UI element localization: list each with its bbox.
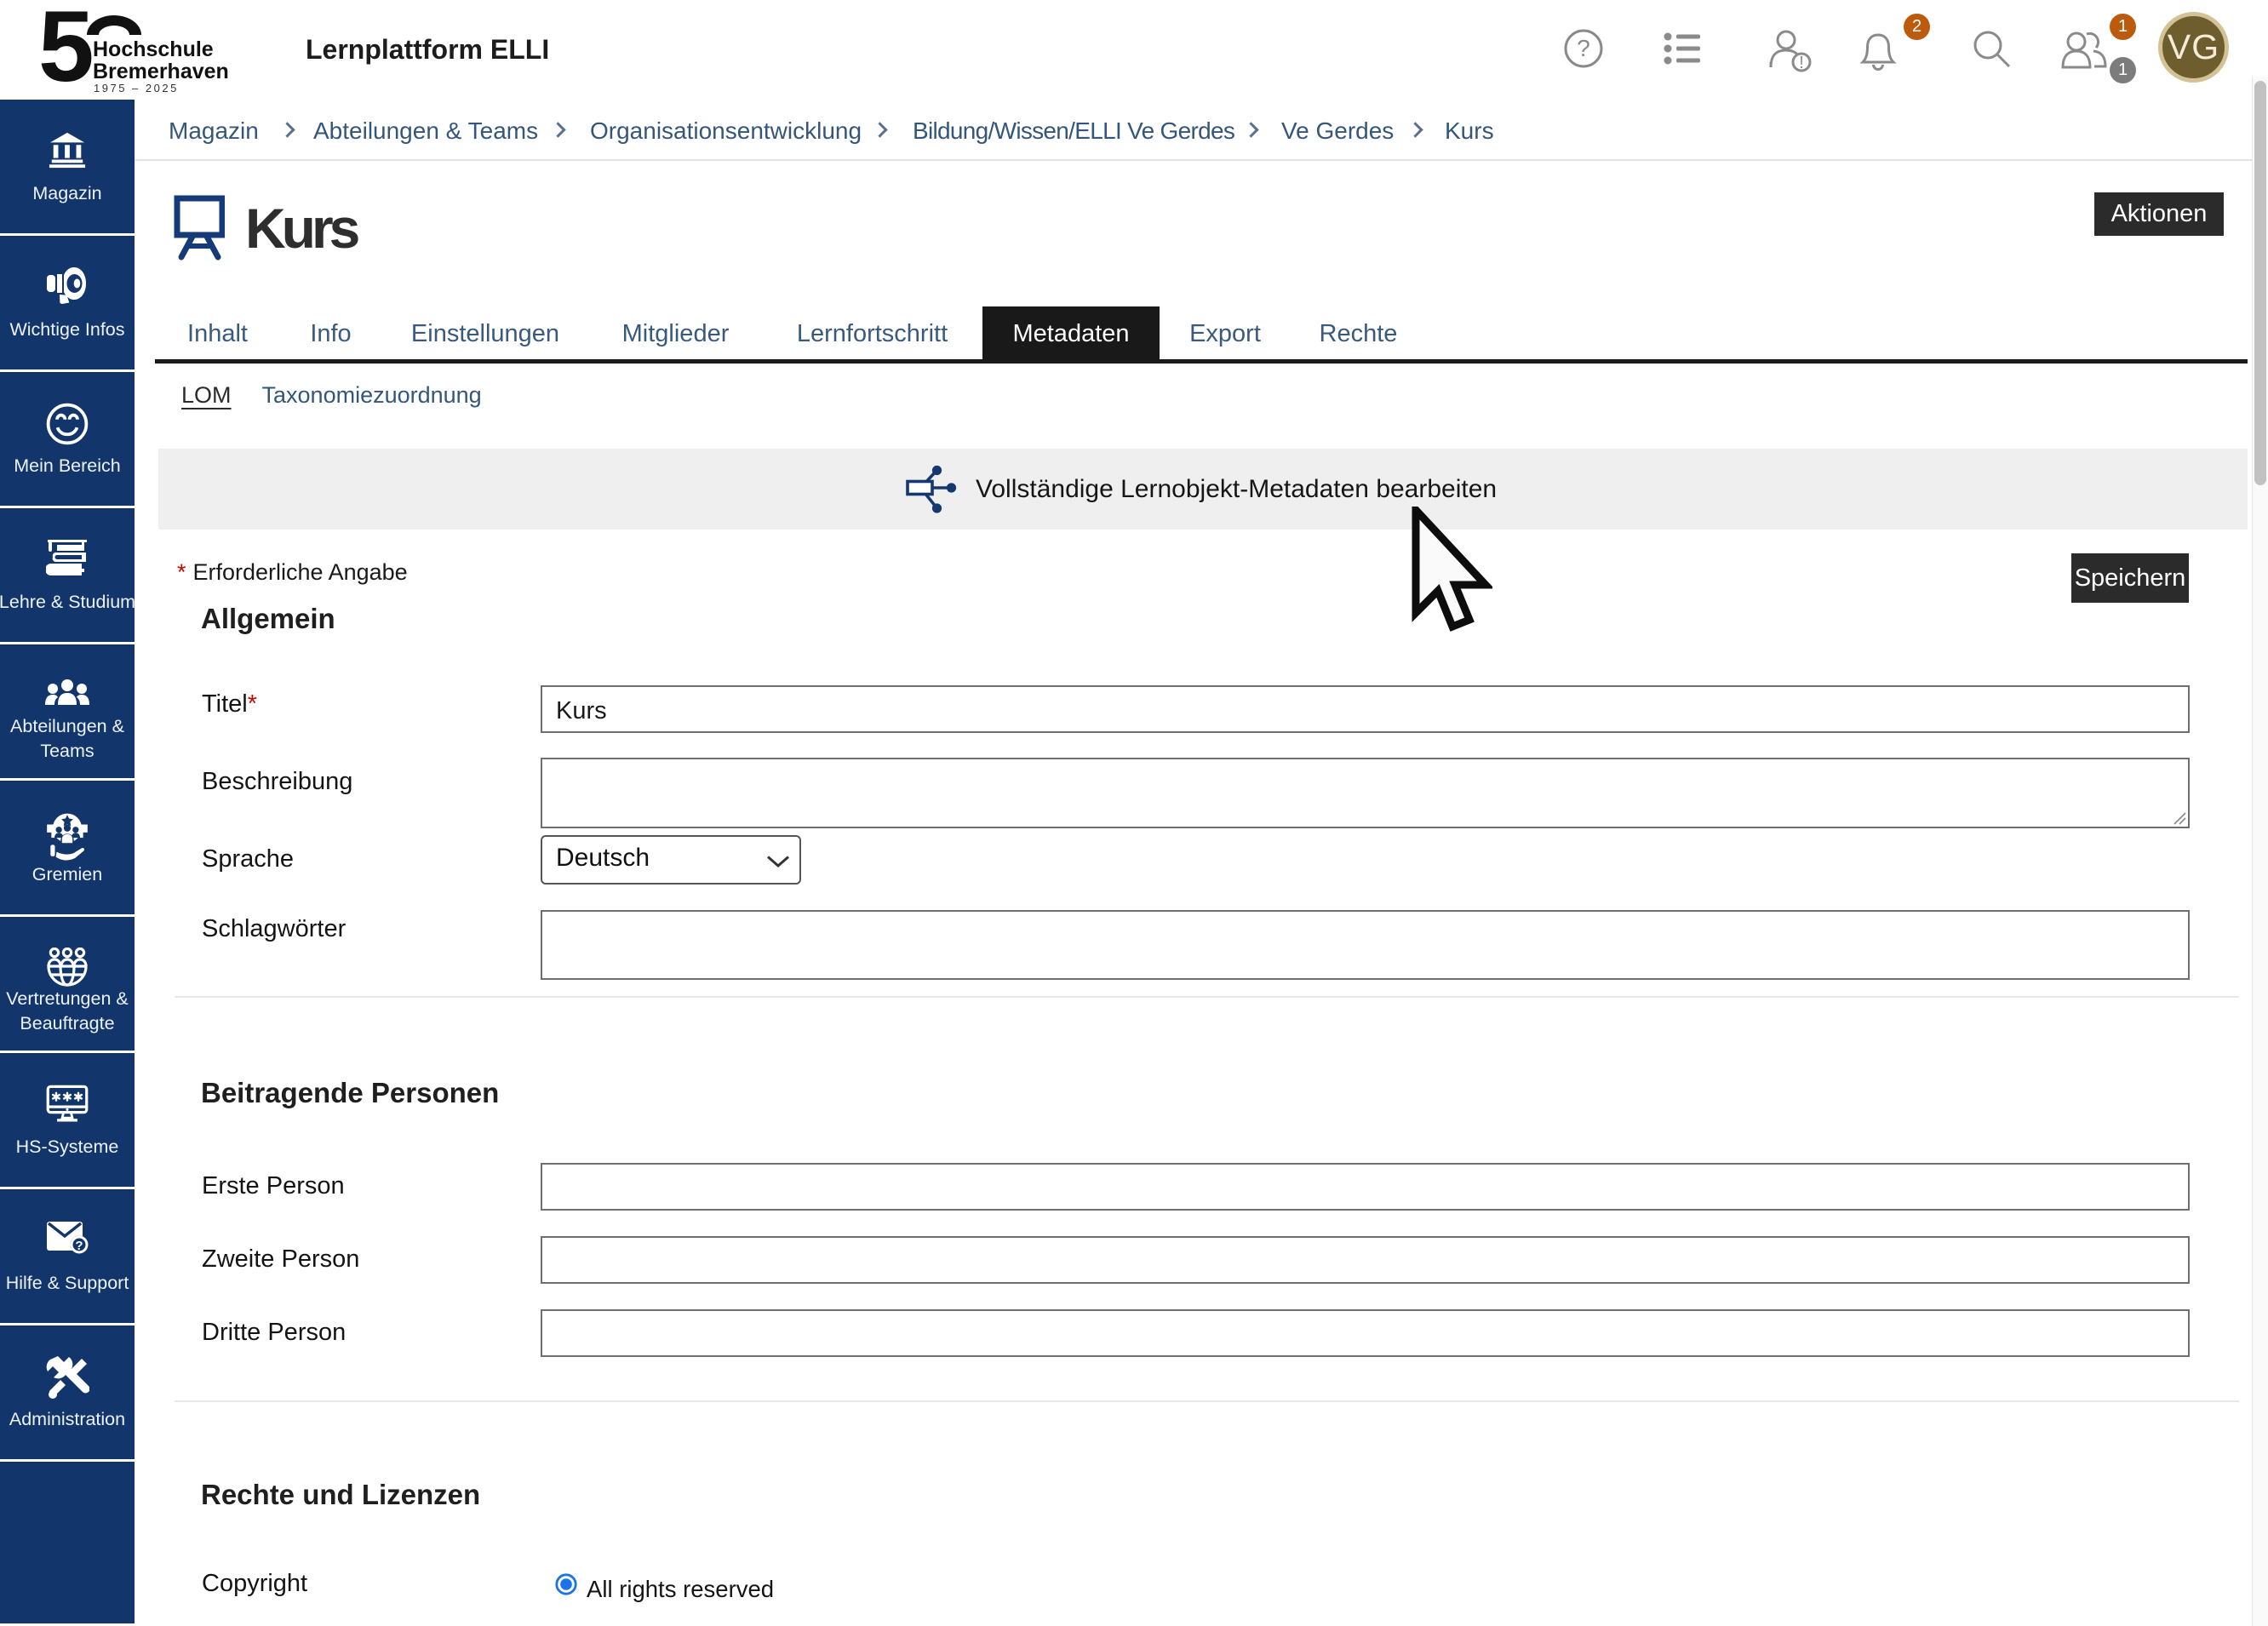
svg-text:?: ? <box>75 1239 83 1253</box>
svg-text:!: ! <box>1799 54 1804 72</box>
svg-text:?: ? <box>1577 35 1590 61</box>
